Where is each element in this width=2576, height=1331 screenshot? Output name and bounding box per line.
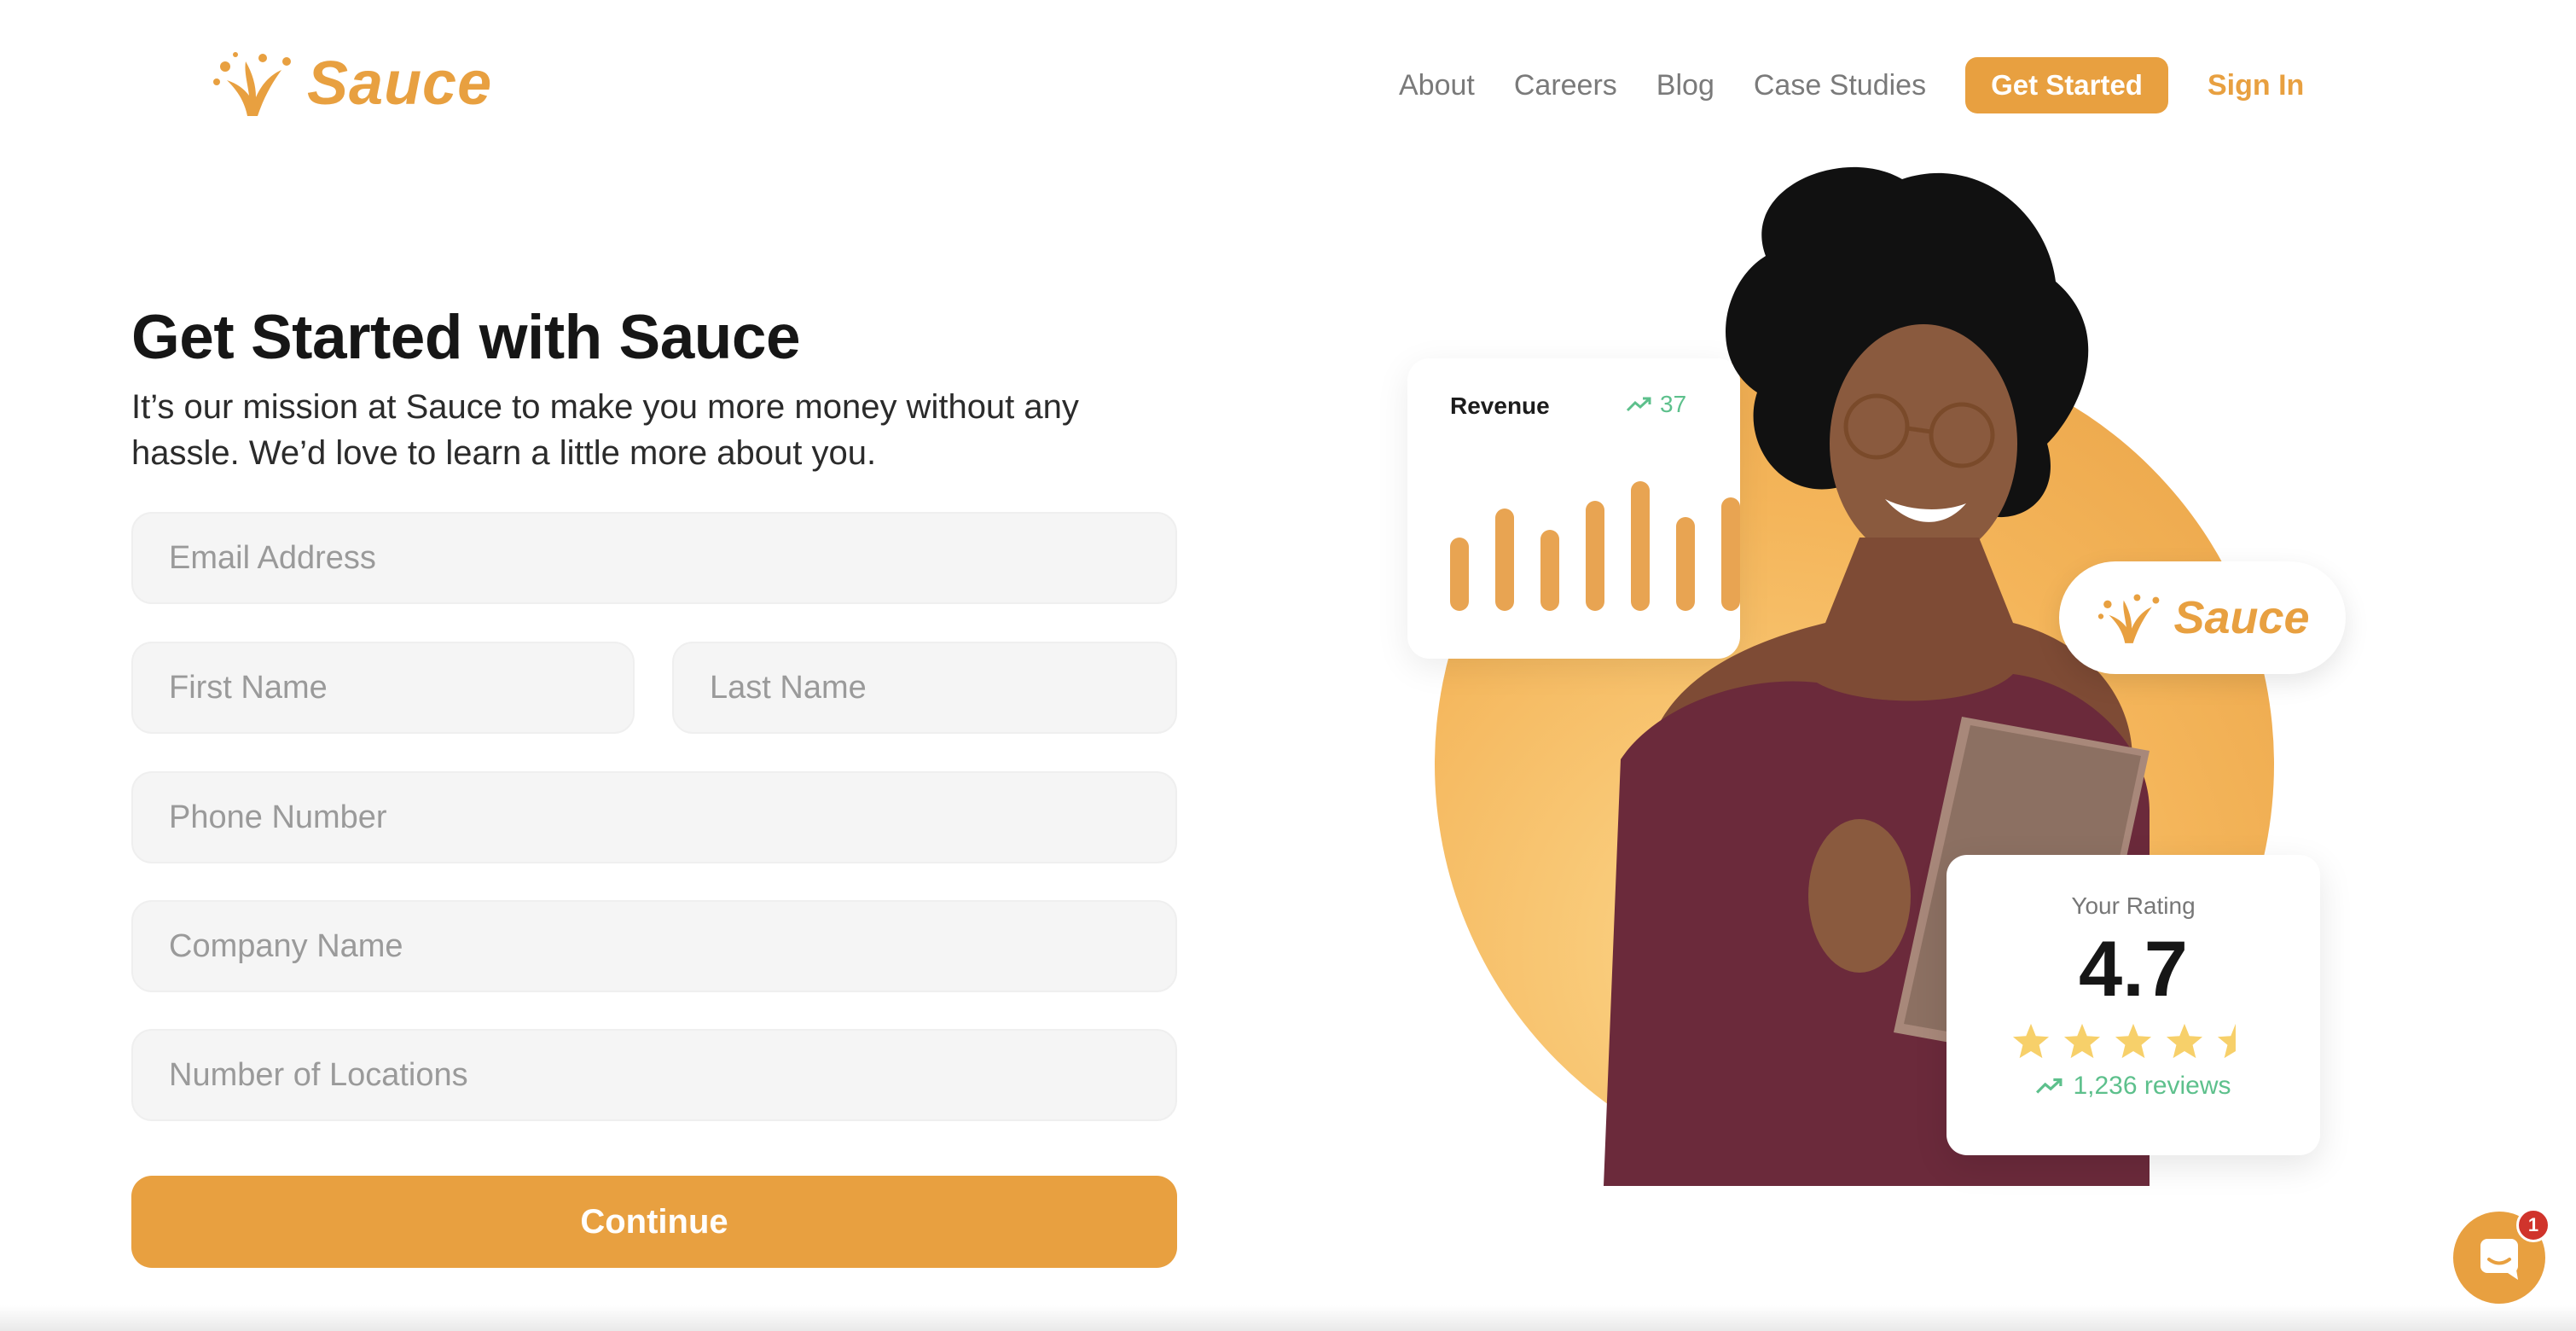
sauce-badge: Sauce <box>2059 561 2346 674</box>
rating-card: Your Rating 4.7 1,236 reviews <box>1947 855 2320 1155</box>
reviews-text: 1,236 reviews <box>2073 1072 2231 1100</box>
revenue-bar <box>1450 538 1469 611</box>
page-subtitle: It’s our mission at Sauce to make you mo… <box>131 388 1079 472</box>
nav-case-studies[interactable]: Case Studies <box>1754 69 1926 102</box>
star-icon <box>2012 1023 2050 1059</box>
sauce-splash-icon <box>213 52 291 116</box>
page-title: Get Started with Sauce <box>131 303 801 372</box>
sauce-splash-icon <box>2098 594 2160 643</box>
unread-badge: 1 <box>2516 1208 2550 1242</box>
badge-text: Sauce <box>2173 592 2310 643</box>
locations-field[interactable]: Number of Locations <box>131 1029 1177 1121</box>
reviews-count: 1,236 reviews <box>1947 1072 2320 1101</box>
chat-bubble-icon <box>2480 1239 2518 1280</box>
main-nav: About Careers Blog Case Studies Get Star… <box>1399 56 2304 114</box>
first-name-field[interactable]: First Name <box>131 642 635 734</box>
last-name-field[interactable]: Last Name <box>672 642 1177 734</box>
logo-text: Sauce <box>307 49 493 118</box>
nav-blog[interactable]: Blog <box>1656 69 1714 102</box>
sign-in-link[interactable]: Sign In <box>2208 69 2304 102</box>
chat-launcher-button[interactable]: 1 <box>2453 1208 2550 1304</box>
continue-button[interactable]: Continue <box>131 1176 1177 1268</box>
nav-careers[interactable]: Careers <box>1514 69 1617 102</box>
rating-value: 4.7 <box>2079 926 2188 1013</box>
star-icon <box>2217 1023 2236 1059</box>
revenue-bar <box>1495 509 1514 611</box>
company-field[interactable]: Company Name <box>131 900 1177 992</box>
sauce-logo[interactable]: Sauce <box>210 48 492 119</box>
rating-label: Your Rating <box>2071 892 2196 919</box>
bottom-edge-shadow <box>0 1305 2576 1331</box>
email-field[interactable]: Email Address <box>131 512 1177 604</box>
star-icon <box>2115 1023 2152 1059</box>
phone-field[interactable]: Phone Number <box>131 771 1177 863</box>
nav-about[interactable]: About <box>1399 69 1475 102</box>
get-started-button[interactable]: Get Started <box>1965 57 2168 113</box>
star-icon <box>2166 1023 2203 1059</box>
trend-up-icon <box>2036 1078 2063 1094</box>
star-icon <box>2063 1023 2101 1059</box>
star-rating <box>1947 1022 2320 1060</box>
